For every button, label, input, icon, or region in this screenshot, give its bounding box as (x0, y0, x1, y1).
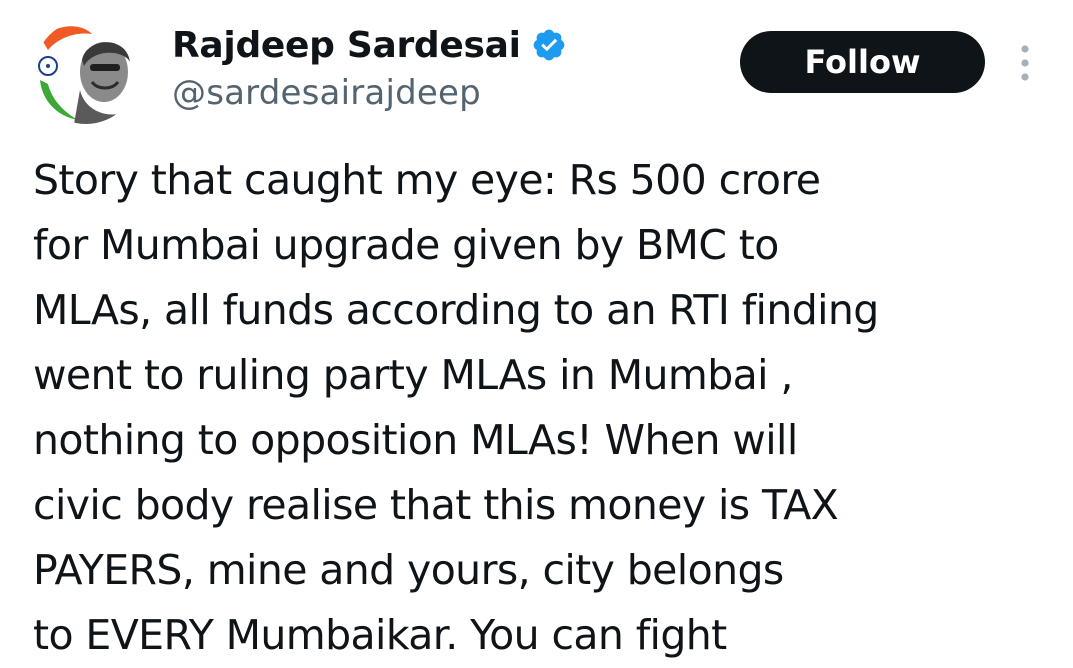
tweet-text-line: civic body realise that this money is TA… (33, 481, 839, 529)
tweet-text-line: PAYERS, mine and yours, city belongs (33, 546, 784, 594)
author-name-row[interactable]: Rajdeep Sardesai (172, 20, 567, 70)
tweet-text-line: went to ruling party MLAs in Mumbai , (33, 351, 793, 399)
tweet-card: Rajdeep Sardesai @sardesairajdeep Follow… (0, 0, 1073, 668)
tweet-text-line: to EVERY Mumbaikar. You can fight (33, 611, 727, 659)
author-handle[interactable]: @sardesairajdeep (172, 73, 481, 113)
more-options-icon[interactable] (1010, 42, 1040, 84)
verified-badge-icon (531, 27, 567, 63)
tweet-text-line: Story that caught my eye: Rs 500 crore (33, 156, 821, 204)
author-display-name[interactable]: Rajdeep Sardesai (172, 25, 521, 66)
tweet-text-line: MLAs, all funds according to an RTI find… (33, 286, 879, 334)
tweet-text-line: nothing to opposition MLAs! When will (33, 416, 798, 464)
author-avatar[interactable] (34, 20, 138, 124)
avatar-image (34, 20, 138, 124)
tweet-text-line: for Mumbai upgrade given by BMC to (33, 221, 779, 269)
follow-button[interactable]: Follow (740, 31, 985, 93)
tweet-text: Story that caught my eye: Rs 500 crore f… (33, 148, 1053, 668)
